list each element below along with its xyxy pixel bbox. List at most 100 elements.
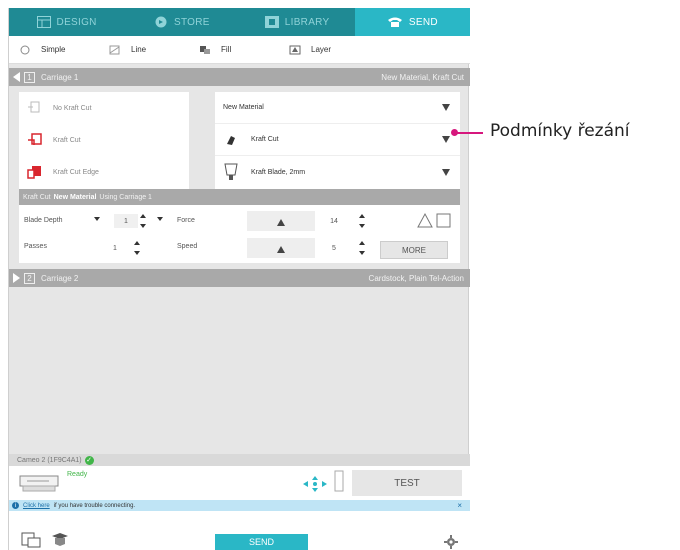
design-icon bbox=[36, 16, 51, 28]
force-stepper[interactable] bbox=[359, 214, 365, 228]
gear-icon[interactable] bbox=[444, 535, 458, 549]
chevron-down-icon bbox=[442, 104, 450, 111]
ready-status: Ready bbox=[67, 471, 88, 478]
kraft-blade-icon bbox=[223, 163, 239, 181]
mode-line-label: Line bbox=[131, 45, 147, 54]
mode-layer[interactable]: Layer bbox=[279, 45, 369, 55]
mode-layer-label: Layer bbox=[311, 45, 332, 54]
slider-knob-icon bbox=[277, 246, 285, 253]
settings-prefix: Kraft Cut bbox=[23, 193, 51, 201]
blade-holder-icon[interactable] bbox=[334, 470, 344, 492]
settings-suffix: Using Carriage 1 bbox=[99, 193, 152, 201]
cut-settings-panel: Blade Depth 1 Passes 1 Force 14 Speed 5 … bbox=[19, 205, 460, 263]
cut-style-icon[interactable] bbox=[416, 211, 452, 229]
send-to-device-icon[interactable] bbox=[51, 532, 69, 548]
option-no-kraft-cut[interactable]: No Kraft Cut bbox=[19, 92, 189, 124]
option-kraft-cut-edge[interactable]: Kraft Cut Edge bbox=[19, 156, 189, 188]
settings-material: New Material bbox=[53, 193, 97, 201]
close-icon[interactable]: × bbox=[457, 501, 462, 510]
collapse-icon bbox=[13, 72, 20, 82]
tab-design[interactable]: DESIGN bbox=[9, 8, 125, 36]
blade-depth-dropdown-right[interactable] bbox=[157, 215, 163, 223]
send-button[interactable]: SEND bbox=[215, 534, 308, 550]
silhouette-app-window: DESIGN STORE LIBRARY SEND Simple Line Fi… bbox=[8, 8, 470, 550]
passes-value[interactable]: 1 bbox=[104, 241, 126, 255]
cut-mode-bar: Simple Line Fill Layer bbox=[9, 36, 470, 64]
device-panel: Ready TEST bbox=[9, 466, 470, 500]
device-name: Cameo 2 (1F9C4A1) bbox=[17, 456, 82, 464]
material-select-value: New Material bbox=[223, 104, 264, 111]
material-select[interactable]: New Material bbox=[215, 92, 460, 124]
tab-library-label: LIBRARY bbox=[284, 16, 330, 28]
no-cut-icon bbox=[28, 101, 40, 113]
kraft-cut-edge-icon bbox=[27, 166, 41, 179]
option-no-kraft-cut-label: No Kraft Cut bbox=[53, 104, 92, 112]
tab-library[interactable]: LIBRARY bbox=[239, 8, 355, 36]
speed-slider[interactable] bbox=[247, 238, 315, 258]
kraft-cut-action-icon bbox=[223, 134, 239, 146]
tab-send[interactable]: SEND bbox=[354, 8, 470, 36]
move-arrows-icon[interactable] bbox=[303, 476, 327, 492]
print-and-cut-icon[interactable] bbox=[21, 532, 41, 548]
carriage-1-header[interactable]: 1 Carriage 1 New Material, Kraft Cut bbox=[9, 68, 470, 86]
mode-fill[interactable]: Fill bbox=[189, 45, 279, 55]
device-status-bar: Cameo 2 (1F9C4A1) ✓ bbox=[9, 454, 470, 466]
tab-send-label: SEND bbox=[408, 16, 438, 28]
callout-label: Podmínky řezání bbox=[490, 121, 630, 141]
cut-options-panel: No Kraft Cut Kraft Cut Kraft Cut Edge bbox=[19, 92, 189, 189]
info-icon: i bbox=[12, 502, 19, 509]
notice-text: if you have trouble connecting. bbox=[53, 502, 136, 509]
mode-simple[interactable]: Simple bbox=[9, 45, 99, 55]
tool-select-value: Kraft Blade, 2mm bbox=[251, 168, 306, 176]
action-select[interactable]: Kraft Cut bbox=[215, 124, 460, 156]
blade-depth-value[interactable]: 1 bbox=[114, 214, 138, 228]
speed-value[interactable]: 5 bbox=[315, 241, 353, 255]
library-icon bbox=[264, 16, 279, 28]
fill-mode-icon bbox=[200, 45, 210, 54]
line-mode-icon bbox=[109, 45, 120, 54]
chevron-down-icon bbox=[442, 136, 450, 143]
cutter-device-icon bbox=[19, 475, 59, 492]
carriage-2-number: 2 bbox=[24, 272, 35, 284]
cut-settings-header: Kraft Cut New Material Using Carriage 1 bbox=[19, 189, 460, 205]
carriage-2-material: Cardstock, Plain Tel-Action bbox=[368, 273, 464, 283]
kraft-cut-icon bbox=[28, 133, 42, 145]
force-slider[interactable] bbox=[247, 211, 315, 231]
connected-check-icon: ✓ bbox=[84, 455, 94, 465]
action-select-value: Kraft Cut bbox=[251, 136, 279, 143]
tab-store[interactable]: STORE bbox=[124, 8, 240, 36]
callout-line bbox=[455, 132, 483, 134]
speed-label: Speed bbox=[177, 243, 198, 250]
store-icon bbox=[155, 16, 167, 28]
carriage-2-label: Carriage 2 bbox=[41, 273, 79, 283]
radio-icon bbox=[20, 45, 30, 54]
carriage-1-number: 1 bbox=[24, 71, 35, 83]
blade-depth-label: Blade Depth bbox=[24, 217, 63, 224]
force-label: Force bbox=[177, 217, 195, 224]
test-button[interactable]: TEST bbox=[352, 470, 462, 496]
option-kraft-cut-label: Kraft Cut bbox=[53, 136, 81, 144]
tab-store-label: STORE bbox=[173, 16, 210, 28]
mode-simple-label: Simple bbox=[41, 45, 66, 54]
passes-label: Passes bbox=[24, 243, 47, 250]
tool-select[interactable]: Kraft Blade, 2mm bbox=[215, 156, 460, 188]
mode-line[interactable]: Line bbox=[99, 45, 189, 55]
blade-depth-dropdown[interactable] bbox=[94, 215, 100, 223]
mode-fill-label: Fill bbox=[221, 45, 232, 54]
carriage-2-header[interactable]: 2 Carriage 2 Cardstock, Plain Tel-Action bbox=[9, 269, 470, 287]
expand-icon bbox=[13, 273, 20, 283]
speed-stepper[interactable] bbox=[359, 241, 365, 255]
tab-design-label: DESIGN bbox=[56, 16, 97, 28]
force-value[interactable]: 14 bbox=[315, 214, 353, 228]
more-button[interactable]: MORE bbox=[380, 241, 448, 259]
carriage-1-material: New Material, Kraft Cut bbox=[381, 72, 464, 82]
carriage-1-label: Carriage 1 bbox=[41, 72, 79, 82]
send-icon bbox=[387, 17, 402, 27]
blade-depth-stepper[interactable] bbox=[140, 214, 146, 228]
option-kraft-cut[interactable]: Kraft Cut bbox=[19, 124, 189, 156]
click-here-link[interactable]: Click here bbox=[23, 503, 50, 509]
main-tab-bar: DESIGN STORE LIBRARY SEND bbox=[9, 8, 470, 36]
passes-stepper[interactable] bbox=[134, 241, 140, 255]
option-kraft-cut-edge-label: Kraft Cut Edge bbox=[53, 168, 99, 176]
chevron-down-icon bbox=[442, 168, 450, 176]
